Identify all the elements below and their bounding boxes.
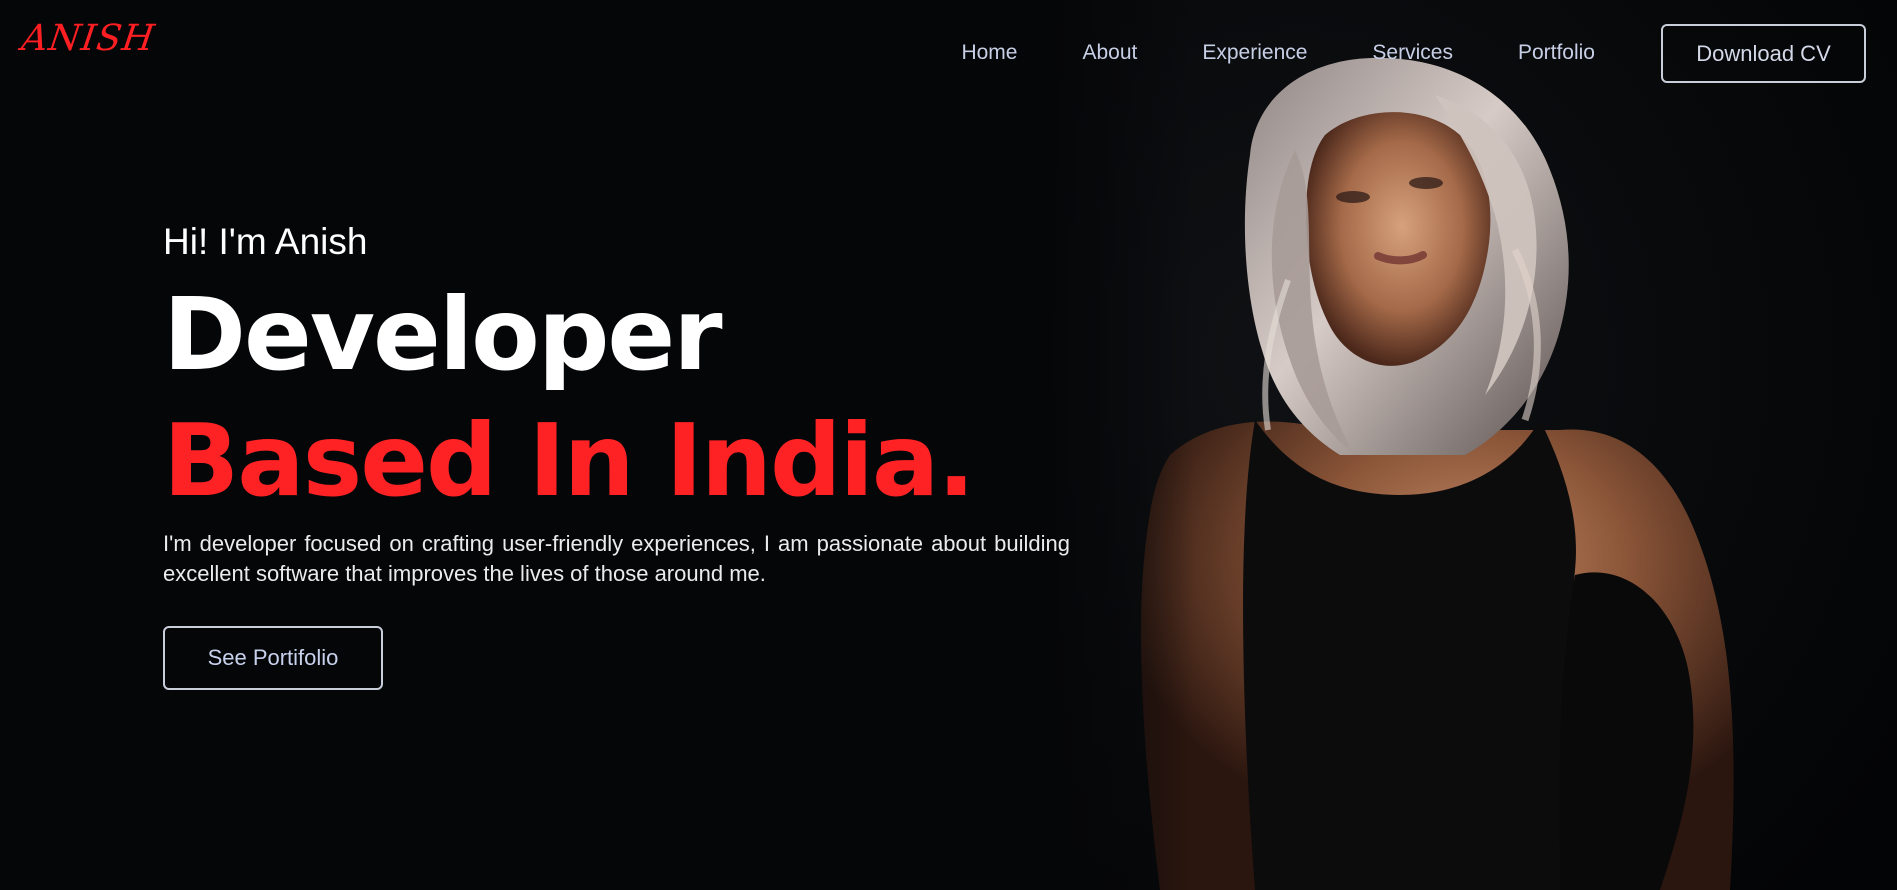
hero-role-heading: Developer <box>163 276 723 393</box>
nav-item-about: About <box>1082 40 1137 66</box>
nav-link-portfolio[interactable]: Portfolio <box>1518 41 1595 64</box>
nav-link-home[interactable]: Home <box>961 41 1017 64</box>
nav-link-about[interactable]: About <box>1082 41 1137 64</box>
portrait-photo <box>1040 0 1897 890</box>
top-navbar: ANISH Home About Experience Services Por… <box>0 0 1897 106</box>
nav-link-experience[interactable]: Experience <box>1202 41 1307 64</box>
nav-item-home: Home <box>961 40 1017 66</box>
nav-item-experience: Experience <box>1202 40 1307 66</box>
nav-item-services: Services <box>1372 40 1453 66</box>
hero-greeting: Hi! I'm Anish <box>163 221 368 262</box>
nav-item-portfolio: Portfolio <box>1518 40 1595 66</box>
download-cv-button[interactable]: Download CV <box>1661 24 1866 83</box>
logo[interactable]: ANISH <box>19 18 158 59</box>
nav-link-services[interactable]: Services <box>1372 41 1453 64</box>
nav-links: Home About Experience Services Portfolio <box>961 40 1595 66</box>
hero-section: Hi! I'm Anish Developer Based In India. … <box>163 220 1073 690</box>
hero-bio: I'm developer focused on crafting user-f… <box>163 531 1070 586</box>
see-portfolio-button[interactable]: See Portifolio <box>163 626 383 690</box>
hero-portrait-image <box>1040 0 1897 890</box>
hero-location-heading: Based In India. <box>163 402 975 519</box>
